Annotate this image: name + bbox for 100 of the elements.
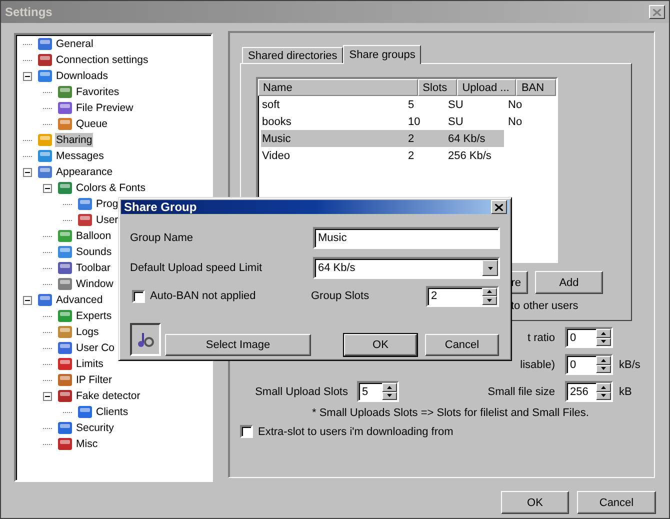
down-arrow-icon bbox=[387, 394, 392, 398]
checkbox[interactable] bbox=[132, 290, 145, 302]
dialog-button[interactable]: Cancel bbox=[577, 491, 656, 514]
tree-item[interactable]: Favorites bbox=[75, 85, 120, 99]
app-icon bbox=[37, 36, 53, 52]
app-icon bbox=[57, 180, 73, 196]
tree-item[interactable]: Queue bbox=[75, 117, 109, 131]
spin-field[interactable]: 256 bbox=[565, 381, 613, 402]
spin-field[interactable]: 5 bbox=[357, 381, 399, 402]
collapse-button[interactable] bbox=[23, 168, 32, 176]
tree-item[interactable]: Downloads bbox=[55, 69, 109, 83]
app-icon bbox=[37, 292, 53, 308]
spin-field[interactable]: 0 bbox=[565, 354, 613, 375]
checkbox-label: Auto-BAN not applied bbox=[150, 290, 256, 302]
hint-text: to other users bbox=[511, 300, 580, 312]
app-icon bbox=[57, 100, 73, 116]
app-icon bbox=[37, 164, 53, 180]
down-arrow-icon bbox=[601, 394, 606, 398]
cancel-button[interactable]: Cancel bbox=[425, 334, 499, 356]
list-row[interactable]: soft 5 SU No bbox=[261, 96, 541, 113]
down-arrow-icon bbox=[601, 367, 606, 370]
tree-item[interactable]: Logs bbox=[75, 325, 100, 339]
column-header[interactable]: Name bbox=[258, 79, 418, 96]
tree-item[interactable]: Window bbox=[75, 277, 114, 291]
collapse-button[interactable] bbox=[23, 296, 32, 304]
group-button[interactable]: Add bbox=[535, 271, 603, 294]
tree-item[interactable]: Colors & Fonts bbox=[75, 181, 146, 195]
app-icon bbox=[57, 372, 73, 388]
tree-item[interactable]: User bbox=[95, 213, 120, 227]
app-icon bbox=[57, 308, 73, 324]
collapse-button[interactable] bbox=[23, 72, 32, 80]
unit-label: kB/s bbox=[619, 358, 640, 370]
collapse-button[interactable] bbox=[43, 392, 52, 400]
spin-up-button[interactable] bbox=[382, 383, 397, 392]
app-icon bbox=[77, 404, 93, 420]
up-arrow-icon bbox=[601, 358, 606, 362]
app-icon bbox=[57, 228, 73, 244]
ok-button[interactable]: OK bbox=[344, 334, 417, 356]
tab[interactable]: Shared directories bbox=[242, 47, 344, 63]
spin-up-button[interactable] bbox=[596, 383, 611, 392]
spin-field[interactable]: 0 bbox=[565, 327, 613, 348]
field-label: Default Upload speed Limit bbox=[130, 262, 264, 274]
app-icon bbox=[77, 196, 93, 212]
field-label: Group Slots bbox=[311, 290, 370, 302]
tree-item[interactable]: Connection settings bbox=[55, 53, 150, 67]
app-icon bbox=[57, 436, 73, 452]
dropdown-button[interactable] bbox=[482, 260, 498, 276]
column-header[interactable]: Upload ... bbox=[457, 79, 516, 96]
tree-item[interactable]: Advanced bbox=[55, 293, 104, 307]
spin-up-button[interactable] bbox=[596, 329, 611, 338]
tree-item[interactable]: Toolbar bbox=[75, 261, 112, 275]
spin-down-button[interactable] bbox=[482, 296, 497, 304]
tree-item[interactable]: Sharing bbox=[55, 133, 94, 147]
tree-item[interactable]: Fake detector bbox=[75, 389, 142, 403]
spin-field[interactable]: 2 bbox=[426, 286, 499, 306]
close-button[interactable] bbox=[649, 5, 665, 19]
tree-item[interactable]: General bbox=[55, 37, 94, 51]
list-row[interactable]: books 10 SU No bbox=[261, 113, 541, 130]
dialog-button[interactable]: OK bbox=[501, 491, 569, 514]
down-arrow-icon bbox=[488, 266, 492, 270]
tree-item[interactable]: Security bbox=[75, 421, 115, 435]
column-header[interactable]: Slots bbox=[418, 79, 458, 96]
down-arrow-icon bbox=[601, 340, 606, 344]
app-icon bbox=[57, 420, 73, 436]
tree-item[interactable]: Balloon bbox=[75, 229, 112, 243]
select-image-button[interactable]: Select Image bbox=[165, 334, 311, 356]
speed-dropdown[interactable]: 64 Kb/s bbox=[313, 257, 500, 279]
tree-item[interactable]: Sounds bbox=[75, 245, 113, 259]
dialog-title: Share Group bbox=[124, 200, 197, 214]
tree-item[interactable]: Clients bbox=[95, 405, 130, 419]
tree-item[interactable]: File Preview bbox=[75, 101, 134, 115]
tree-item[interactable]: Misc bbox=[75, 437, 99, 451]
app-icon bbox=[37, 68, 53, 84]
field-label: Group Name bbox=[130, 232, 194, 244]
tree-item[interactable]: Appearance bbox=[55, 165, 114, 179]
tab[interactable]: Share groups bbox=[343, 45, 422, 64]
music-note-icon bbox=[136, 330, 154, 348]
app-icon bbox=[57, 116, 73, 132]
app-icon bbox=[57, 260, 73, 276]
tree-item[interactable]: User Co bbox=[75, 341, 116, 355]
group-name-field[interactable]: Music bbox=[313, 227, 500, 249]
app-icon bbox=[57, 324, 73, 340]
app-icon bbox=[57, 276, 73, 292]
tree-item[interactable]: Limits bbox=[75, 357, 104, 371]
app-icon bbox=[77, 212, 93, 228]
close-button[interactable] bbox=[491, 200, 507, 214]
spin-up-button[interactable] bbox=[482, 288, 497, 296]
column-header[interactable]: BAN bbox=[516, 79, 556, 96]
image-button[interactable] bbox=[130, 323, 161, 356]
tree-item[interactable]: Messages bbox=[55, 149, 105, 163]
tree-item[interactable]: IP Filter bbox=[75, 373, 113, 387]
app-icon bbox=[37, 132, 53, 148]
checkbox[interactable] bbox=[240, 425, 253, 438]
tree-item[interactable]: Experts bbox=[75, 309, 113, 323]
list-row[interactable]: Music 2 64 Kb/s bbox=[261, 130, 504, 147]
list-row[interactable]: Video 2 256 Kb/s bbox=[261, 147, 504, 164]
tree-item[interactable]: Prog bbox=[95, 197, 120, 211]
spin-up-button[interactable] bbox=[596, 356, 611, 364]
setting-label: lisable) bbox=[519, 358, 555, 370]
collapse-button[interactable] bbox=[43, 184, 52, 192]
